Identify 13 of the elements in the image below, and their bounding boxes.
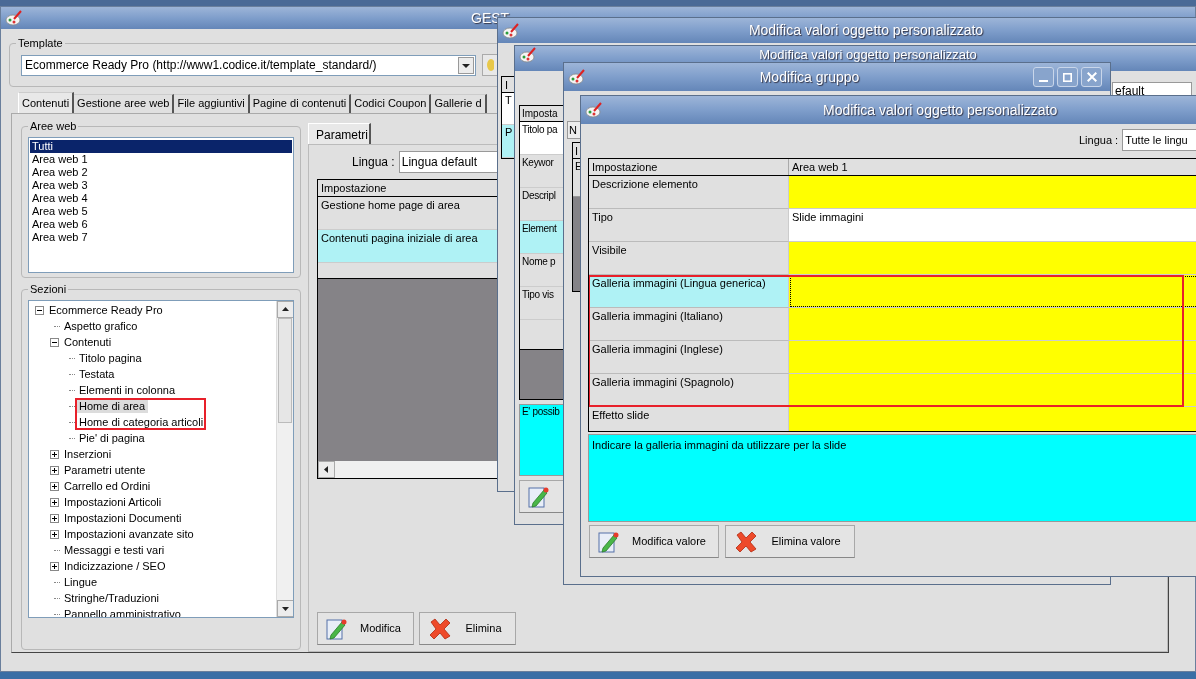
group-label: Sezioni [28,282,69,296]
description-box: Indicare la galleria immagini da utilizzare per la slide [588,434,1196,522]
group-label: Template [16,36,65,50]
window-title: Modifica valori oggetto personalizzato [759,47,977,62]
column-header: Imposta [520,106,564,122]
column-header: Area web 1 [791,160,849,175]
group-label: Aree web [28,119,79,133]
window-title: Modifica gruppo [759,67,860,87]
field-label: Lingua : [352,154,395,171]
field-label: Lingua : [1079,132,1119,148]
window-title: Modifica valori oggetto personalizzato [823,100,1058,120]
window-title: Modifica valori oggetto personalizzato [748,21,984,40]
column-header: Impostazione [589,159,789,175]
